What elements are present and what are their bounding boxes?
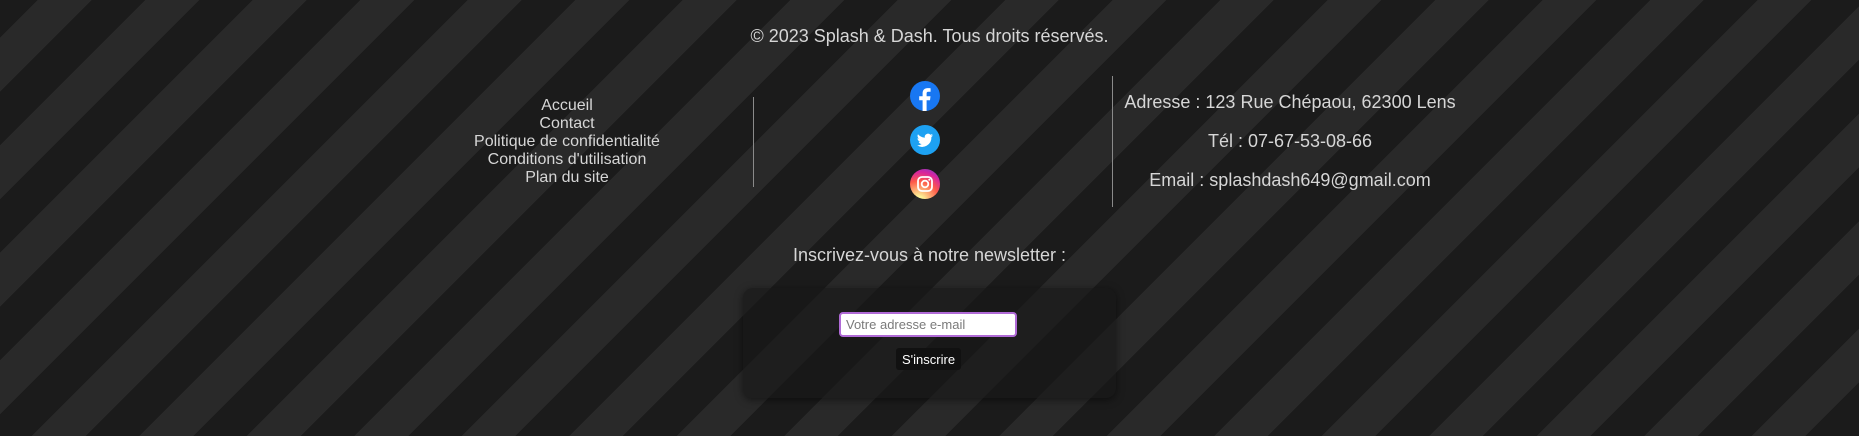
newsletter-title: Inscrivez-vous à notre newsletter : <box>792 245 1067 265</box>
subscribe-button[interactable]: S'inscrire <box>896 348 962 370</box>
newsletter-form: S'inscrire <box>743 288 1116 398</box>
contact-address: Adresse : 123 Rue Chépaou, 62300 Lens <box>1124 92 1456 112</box>
copyright-text: © 2023 Splash & Dash. Tous droits réserv… <box>750 26 1109 46</box>
contact-info: Adresse : 123 Rue Chépaou, 62300 Lens Té… <box>1110 90 1470 207</box>
contact-phone: Tél : 07-67-53-08-66 <box>1207 131 1373 151</box>
contact-email: Email : splashdash649@gmail.com <box>1149 170 1431 190</box>
facebook-icon[interactable] <box>910 81 940 111</box>
twitter-icon[interactable] <box>910 125 940 155</box>
nav-link-accueil[interactable]: Accueil <box>467 97 667 115</box>
newsletter-email-input[interactable] <box>839 312 1017 337</box>
instagram-icon[interactable] <box>910 169 940 199</box>
divider-left <box>753 97 754 187</box>
footer-page: { "footer": { "copyright": "© 2023 Splas… <box>0 0 1859 436</box>
nav-link-terms-of-use[interactable]: Conditions d'utilisation <box>467 151 667 169</box>
nav-link-privacy-policy[interactable]: Politique de confidentialité <box>467 133 667 151</box>
nav-link-sitemap[interactable]: Plan du site <box>467 169 667 187</box>
nav-link-contact[interactable]: Contact <box>467 115 667 133</box>
footer-nav: Accueil Contact Politique de confidentia… <box>467 97 667 187</box>
